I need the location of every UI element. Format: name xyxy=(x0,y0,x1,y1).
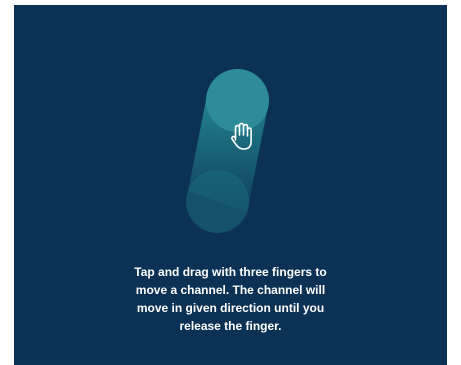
tutorial-panel: Tap and drag with three fingers to move … xyxy=(14,5,447,365)
instruction-line: Tap and drag with three fingers to xyxy=(134,265,327,279)
instruction-line: move in given direction until you xyxy=(136,301,325,315)
drag-gesture-illustration xyxy=(186,69,269,233)
touch-point xyxy=(206,69,269,132)
instruction-line: move a channel. The channel will xyxy=(135,283,326,297)
instruction-line: release the finger. xyxy=(179,319,282,333)
instruction-text: Tap and drag with three fingers to move … xyxy=(14,263,447,335)
